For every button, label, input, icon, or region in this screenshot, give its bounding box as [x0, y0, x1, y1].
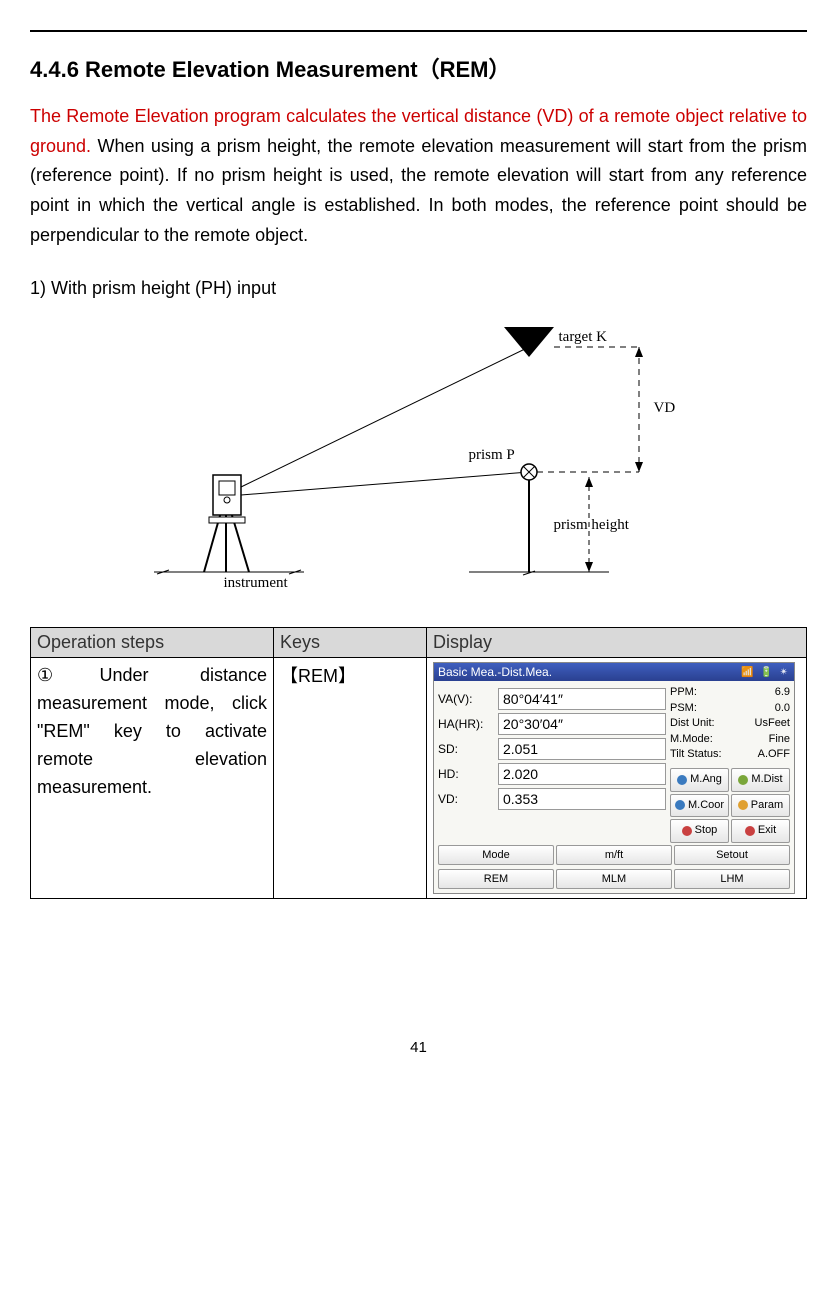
lbl-ha: HA(HR): — [438, 717, 492, 731]
page-number: 41 — [30, 1039, 807, 1056]
val-ts: A.OFF — [758, 747, 790, 762]
val-hd: 2.020 — [498, 763, 666, 785]
val-mm: Fine — [769, 732, 790, 747]
val-psm: 0.0 — [775, 701, 790, 716]
btn-mdist[interactable]: M.Dist — [731, 768, 790, 791]
btn-setout[interactable]: Setout — [674, 845, 790, 865]
intro-paragraph: The Remote Elevation program calculates … — [30, 102, 807, 250]
section-heading: 4.4.6 Remote Elevation Measurement（REM） — [30, 52, 807, 84]
lbl-ts: Tilt Status: — [670, 747, 722, 762]
btn-mlm[interactable]: MLM — [556, 869, 672, 889]
btn-exit[interactable]: Exit — [731, 819, 790, 842]
lbl-hd: HD: — [438, 767, 492, 781]
label-instrument: instrument — [224, 575, 288, 592]
subheading-1: 1) With prism height (PH) input — [30, 278, 807, 299]
val-vd: 0.353 — [498, 788, 666, 810]
td-key-1: 【REM】 — [274, 658, 427, 898]
btn-mcoor[interactable]: M.Coor — [670, 794, 729, 817]
titlebar-status-icons: 📶 🔋 ✴ — [741, 667, 790, 678]
th-operation: Operation steps — [31, 628, 274, 658]
td-step-1: ①Under distance measurement mode, click … — [31, 658, 274, 898]
val-ppm: 6.9 — [775, 685, 790, 700]
val-du: UsFeet — [755, 716, 790, 731]
lbl-sd: SD: — [438, 742, 492, 756]
th-display: Display — [427, 628, 807, 658]
label-vd: VD — [654, 400, 676, 417]
label-prism-height: prism height — [554, 517, 629, 534]
btn-stop[interactable]: Stop — [670, 819, 729, 842]
btn-mang[interactable]: M.Ang — [670, 768, 729, 791]
lbl-psm: PSM: — [670, 701, 697, 716]
btn-mft[interactable]: m/ft — [556, 845, 672, 865]
btn-mode[interactable]: Mode — [438, 845, 554, 865]
label-prism: prism P — [469, 447, 515, 464]
td-display-1: Basic Mea.-Dist.Mea. 📶 🔋 ✴ VA(V): 80°04′4… — [427, 658, 807, 898]
lbl-du: Dist Unit: — [670, 716, 715, 731]
val-ha: 20°30′04″ — [498, 713, 666, 735]
lbl-ppm: PPM: — [670, 685, 697, 700]
operation-steps-table: Operation steps Keys Display ①Under dist… — [30, 627, 807, 898]
th-keys: Keys — [274, 628, 427, 658]
btn-lhm[interactable]: LHM — [674, 869, 790, 889]
lbl-va: VA(V): — [438, 692, 492, 706]
device-title: Basic Mea.-Dist.Mea. — [438, 665, 552, 679]
rem-diagram: target K VD prism P prism height instrum… — [109, 317, 729, 597]
device-screenshot: Basic Mea.-Dist.Mea. 📶 🔋 ✴ VA(V): 80°04′4… — [433, 662, 795, 893]
val-sd: 2.051 — [498, 738, 666, 760]
btn-param[interactable]: Param — [731, 794, 790, 817]
lbl-mm: M.Mode: — [670, 732, 713, 747]
btn-rem[interactable]: REM — [438, 869, 554, 889]
label-target: target K — [559, 329, 607, 346]
intro-black-text: When using a prism height, the remote el… — [30, 136, 807, 245]
val-va: 80°04′41″ — [498, 688, 666, 710]
lbl-vd: VD: — [438, 792, 492, 806]
